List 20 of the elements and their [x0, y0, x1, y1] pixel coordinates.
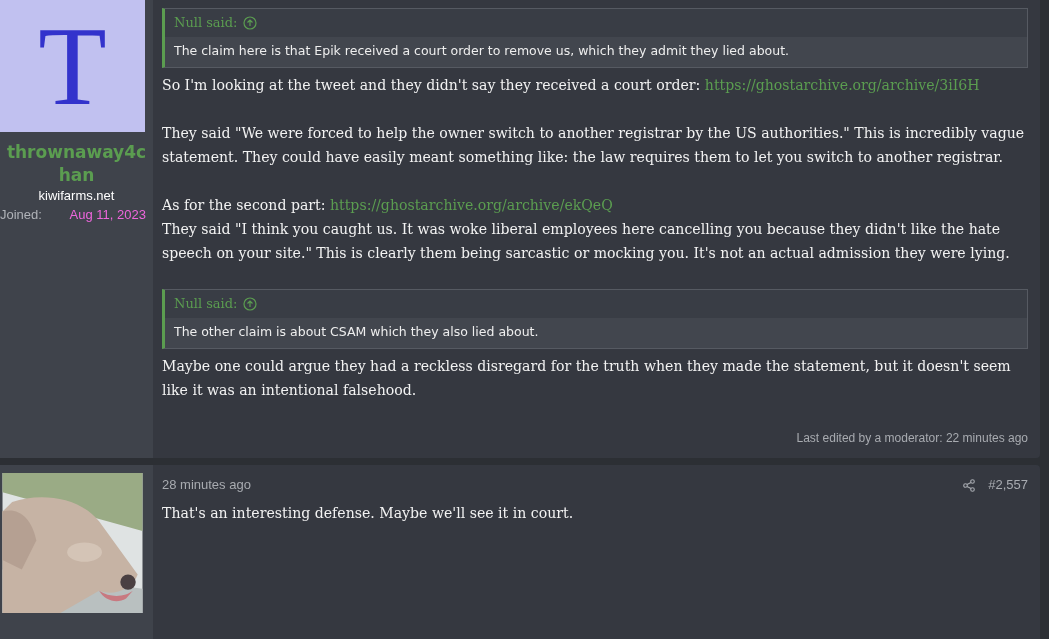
post-time[interactable]: 28 minutes ago: [162, 473, 251, 497]
edited-note: Last edited by a moderator: 22 minutes ago: [796, 430, 1028, 447]
avatar[interactable]: T: [0, 0, 145, 132]
quote-text: The other claim is about CSAM which they also lied about.: [173, 323, 540, 341]
post-text: Maybe one could argue they had a reckless disregard for the truth when they made the statement, but it doesn't seem like it was an intentional falsehood.: [162, 358, 1011, 398]
quote-author[interactable]: Null said:: [174, 13, 238, 33]
quote-author[interactable]: Null said:: [174, 294, 238, 314]
username[interactable]: thrownaway4chan: [6, 141, 147, 187]
post-text: As for the second part:: [162, 197, 327, 213]
post-number[interactable]: #2,557: [988, 473, 1028, 497]
link[interactable]: https://ghostarchive.org/archive/3iI6H: [704, 77, 980, 93]
post-text: So I'm looking at the tweet and they didn't say they received a court order:: [162, 77, 702, 93]
post-text: They said "I think you caught us. It was woke liberal employees here cancelling you because they didn't like the hate speech on your site." This is clearly them being sarcastic or mocking you. It's not an actual admission they were lying.: [162, 221, 1010, 261]
quote-text: The claim here is that Epik received a court order to remove us, which they admit they lied about.: [173, 42, 790, 60]
user-title: kiwifarms.net: [38, 188, 115, 203]
link[interactable]: https://ghostarchive.org/archive/ekQeQ: [329, 197, 613, 213]
joined-date: Aug 11, 2023: [69, 207, 146, 222]
post-text: That's an interesting defense. Maybe we'll see it in court.: [162, 505, 574, 521]
post-text: They said "We were forced to help the owner switch to another registrar by the US authorities." This is incredibly vague statement. They could have easily meant something like: the law requires them to let you switch to another registrar.: [162, 125, 1025, 165]
joined-label: Joined:: [0, 207, 42, 222]
